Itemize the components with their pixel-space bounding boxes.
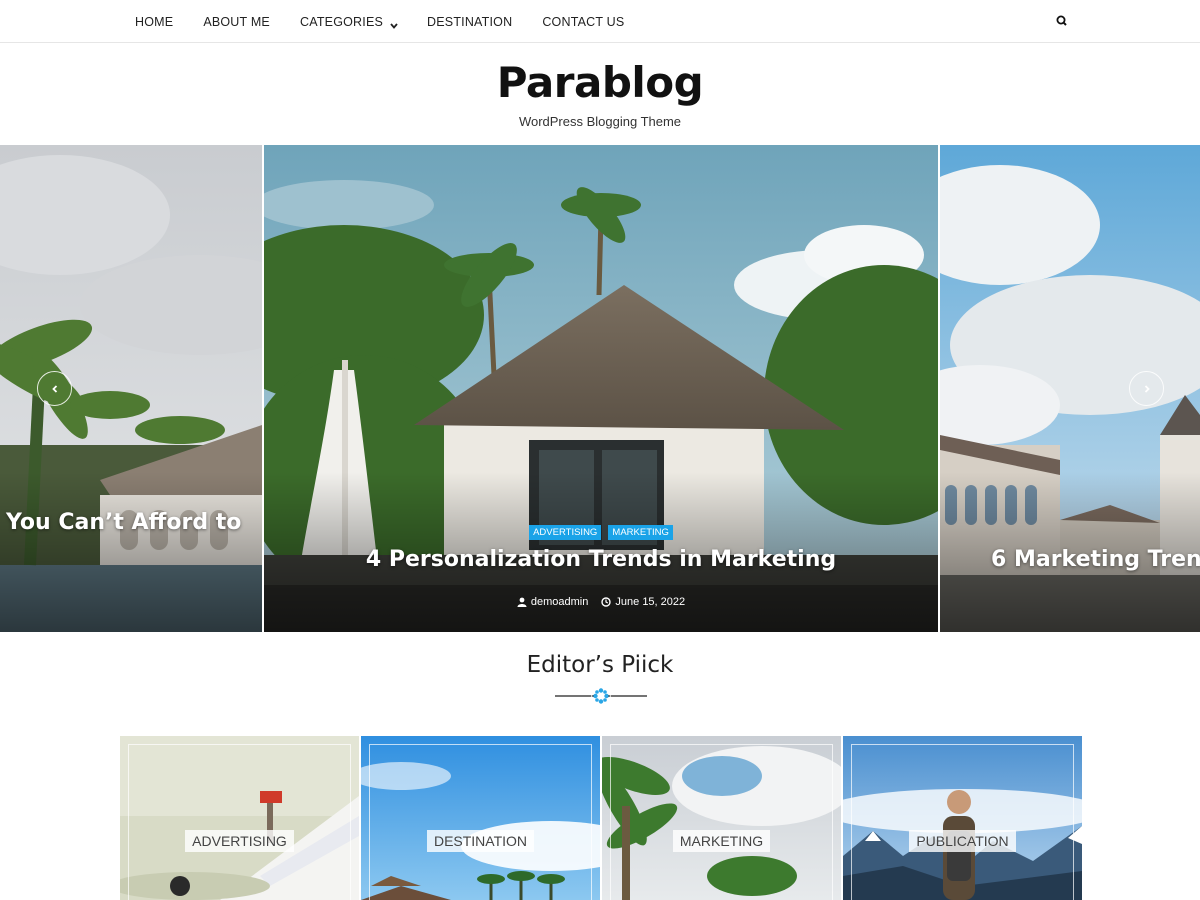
nav-item-categories[interactable]: CATEGORIES <box>285 15 412 29</box>
card-label-text: ADVERTISING <box>185 830 294 852</box>
slider-next-button[interactable] <box>1129 371 1164 406</box>
slide-meta: demoadmin June 15, 2022 <box>264 596 938 610</box>
date-text: June 15, 2022 <box>615 596 686 608</box>
card-label-text: MARKETING <box>672 830 771 852</box>
card-label-text: PUBLICATION <box>909 830 1016 852</box>
nav-item-label: CATEGORIES <box>299 14 384 29</box>
category-card-advertising[interactable]: ADVERTISING <box>120 736 359 900</box>
site-branding: Parablog WordPress Blogging Theme <box>0 56 1200 129</box>
chevron-right-icon <box>1144 384 1150 393</box>
nav-item-label: DESTINATION <box>427 14 513 29</box>
category-card-publication[interactable]: PUBLICATION <box>843 736 1082 900</box>
user-icon <box>517 597 527 607</box>
slide-title[interactable]: 4 Personalization Trends in Marketing <box>264 547 938 572</box>
nav-item-contact-us[interactable]: CONTACT US <box>527 15 639 29</box>
nav-item-destination[interactable]: DESTINATION <box>412 15 527 29</box>
nav-item-label: ABOUT ME <box>203 14 270 29</box>
nav-item-about-me[interactable]: ABOUT ME <box>188 15 285 29</box>
card-frame <box>610 744 833 900</box>
card-label: DESTINATION <box>361 830 600 852</box>
slide-categories: ADVERTISING MARKETING <box>264 520 938 540</box>
category-badge[interactable]: ADVERTISING <box>529 525 602 540</box>
site-tagline: WordPress Blogging Theme <box>518 114 682 129</box>
post-date[interactable]: June 15, 2022 <box>601 596 685 608</box>
category-badge[interactable]: MARKETING <box>608 525 673 540</box>
slider-prev-button[interactable] <box>37 371 72 406</box>
featured-slider: You Can’t Afford to ADVERTISING MARKETIN… <box>0 145 1200 632</box>
author-name: demoadmin <box>530 596 589 608</box>
card-label: PUBLICATION <box>843 830 1082 852</box>
nav-item-label: CONTACT US <box>542 14 625 29</box>
chevron-left-icon <box>51 384 57 393</box>
section-title-editors-pick: Editor’s Piick <box>526 652 674 678</box>
divider-ornament <box>555 688 647 704</box>
card-label: ADVERTISING <box>120 830 359 852</box>
search-button[interactable] <box>1054 13 1070 29</box>
top-navigation: HOME ABOUT ME CATEGORIES DESTINATION CON… <box>0 0 1200 43</box>
clock-icon <box>601 597 612 607</box>
chevron-down-icon <box>390 18 398 29</box>
card-frame <box>369 744 592 900</box>
card-label-text: DESTINATION <box>426 830 535 852</box>
slide-overlay <box>0 472 262 632</box>
category-card-destination[interactable]: DESTINATION <box>361 736 600 900</box>
slide-title[interactable]: 6 Marketing Trends <box>991 547 1200 572</box>
nav-menu: HOME ABOUT ME CATEGORIES DESTINATION CON… <box>120 0 639 43</box>
nav-item-label: HOME <box>135 14 174 29</box>
editors-pick-grid: ADVERTISING DESTINATION MARKETING PUBLIC… <box>120 736 1082 900</box>
nav-item-home[interactable]: HOME <box>120 15 188 29</box>
card-frame <box>128 744 351 900</box>
search-icon <box>1056 15 1067 26</box>
post-author[interactable]: demoadmin <box>517 596 588 608</box>
site-title[interactable]: Parablog <box>0 56 1200 110</box>
slide-title[interactable]: You Can’t Afford to <box>6 510 241 535</box>
category-card-marketing[interactable]: MARKETING <box>602 736 841 900</box>
card-label: MARKETING <box>602 830 841 852</box>
card-frame <box>851 744 1074 900</box>
slide-current[interactable]: ADVERTISING MARKETING 4 Personalization … <box>264 145 938 632</box>
